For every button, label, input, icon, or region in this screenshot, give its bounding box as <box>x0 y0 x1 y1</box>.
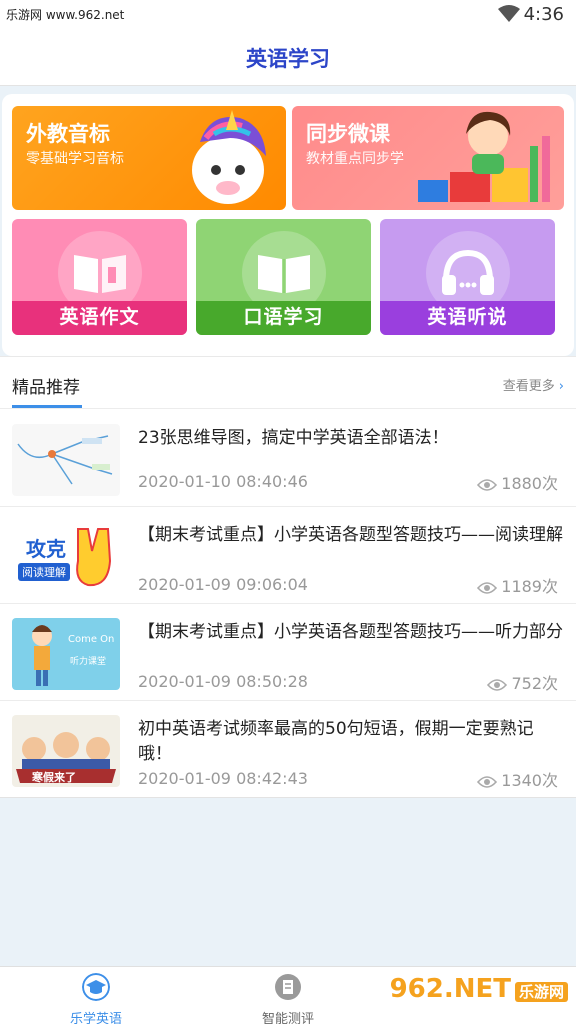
tab-indicator <box>12 405 82 408</box>
banner-title: 外教音标 <box>26 122 110 146</box>
list-item[interactable]: 寒假来了 初中英语考试频率最高的50句短语，假期一定要熟记哦！ 2020-01-… <box>0 701 576 798</box>
thumbnail-subtitle: 阅读理解 <box>18 563 70 581</box>
tile-english-writing[interactable]: 英语作文 <box>12 219 187 335</box>
open-book-icon <box>257 255 310 293</box>
status-bar: 乐游网 www.962.net 4:36 <box>0 0 576 28</box>
banner-subtitle: 零基础学习音标 <box>26 151 124 167</box>
tab-learn-english[interactable]: 乐学英语 <box>36 973 156 1024</box>
eye-icon <box>487 679 508 691</box>
banner-sync-course[interactable]: 同步微课 教材重点同步学 <box>292 106 564 210</box>
view-count: 1880次 <box>477 470 558 494</box>
thumbnail-title: 寒假来了 <box>32 771 76 784</box>
eye-icon <box>477 776 498 788</box>
article-title: 初中英语考试频率最高的50句短语，假期一定要熟记哦！ <box>138 719 534 764</box>
section-title: 精品推荐 <box>12 378 80 398</box>
thumbnail-winter-vacation: 寒假来了 <box>12 715 120 787</box>
view-count: 752次 <box>487 670 558 694</box>
thumbnail-subtitle: 听力课堂 <box>70 657 107 667</box>
article-title: 【期末考试重点】小学英语各题型答题技巧——阅读理解 <box>138 525 563 545</box>
watermark-logo: 962.NET 乐游网 <box>390 974 568 1004</box>
tile-listening-speaking[interactable]: 英语听说 <box>380 219 555 335</box>
view-count: 1189次 <box>477 573 558 597</box>
view-count: 1340次 <box>477 767 558 791</box>
feature-panel: 外教音标 零基础学习音标 同步微课 教材重点同步学 英语作文 口语学习 英语听说 <box>2 94 574 356</box>
eye-icon <box>477 479 498 491</box>
article-title: 【期末考试重点】小学英语各题型答题技巧——听力部分 <box>138 622 563 642</box>
headphones-icon <box>441 249 494 295</box>
chevron-right-icon: › <box>558 379 564 394</box>
student-books-illustration-icon <box>418 111 550 202</box>
thumbnail-title: Come On <box>68 634 115 645</box>
tab-label: 智能测评 <box>261 1012 314 1024</box>
page-title: 英语学习 <box>246 47 330 71</box>
article-date: 2020-01-09 09:06:04 <box>138 575 308 594</box>
thumbnail-title: 攻克 <box>26 537 66 561</box>
banner-subtitle: 教材重点同步学 <box>306 151 404 167</box>
tile-label: 英语听说 <box>427 306 508 328</box>
banner-title: 同步微课 <box>306 122 390 146</box>
unicorn-illustration-icon <box>192 110 266 204</box>
tile-label: 口语学习 <box>243 306 324 328</box>
list-item[interactable]: Come On 听力课堂 【期末考试重点】小学英语各题型答题技巧——听力部分 2… <box>0 604 576 701</box>
tab-label: 乐学英语 <box>69 1012 122 1024</box>
wifi-icon <box>498 5 520 22</box>
thumbnail-mindmap <box>12 424 120 496</box>
book-hand-icon <box>73 255 126 293</box>
see-more-link[interactable]: 查看更多 › <box>503 375 564 394</box>
section-header: 精品推荐 查看更多 › <box>0 357 576 409</box>
clock: 4:36 <box>523 4 564 25</box>
tile-spoken-english[interactable]: 口语学习 <box>196 219 371 335</box>
thumbnail-reading: 攻克 阅读理解 <box>12 521 120 593</box>
graduation-cap-icon <box>82 973 110 1001</box>
tab-smart-assessment[interactable]: 智能测评 <box>228 973 348 1024</box>
list-item[interactable]: 23张思维导图，搞定中学英语全部语法！ 2020-01-10 08:40:46 … <box>0 410 576 507</box>
document-icon <box>275 974 301 1000</box>
tile-label: 英语作文 <box>59 306 140 328</box>
thumbnail-listening: Come On 听力课堂 <box>12 618 120 690</box>
article-date: 2020-01-10 08:40:46 <box>138 472 308 491</box>
article-title: 23张思维导图，搞定中学英语全部语法！ <box>138 428 449 448</box>
watermark-text: 乐游网 www.962.net <box>6 8 125 22</box>
list-item[interactable]: 攻克 阅读理解 【期末考试重点】小学英语各题型答题技巧——阅读理解 2020-0… <box>0 507 576 604</box>
app-header: 英语学习 <box>0 28 576 86</box>
recommended-section: 精品推荐 查看更多 › 23张思维导图，搞定中学英语全部语法！ 2020-01-1… <box>0 356 576 798</box>
article-date: 2020-01-09 08:50:28 <box>138 672 308 691</box>
eye-icon <box>477 582 498 594</box>
banner-phonics[interactable]: 外教音标 零基础学习音标 <box>12 106 286 210</box>
article-date: 2020-01-09 08:42:43 <box>138 769 308 788</box>
